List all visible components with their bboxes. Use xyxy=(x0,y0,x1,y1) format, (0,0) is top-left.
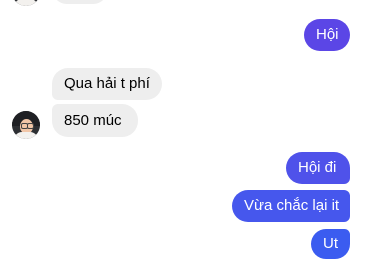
message-bubble-incoming[interactable] xyxy=(52,0,108,4)
message-bubble-outgoing[interactable]: Hội xyxy=(304,19,350,51)
message-bubble-outgoing[interactable]: Vừa chắc lại it xyxy=(232,190,350,222)
contact-avatar[interactable] xyxy=(12,111,40,139)
glasses-icon xyxy=(27,123,34,129)
contact-avatar[interactable] xyxy=(12,0,40,6)
message-text: Hội xyxy=(316,26,339,43)
message-thread: Hội Qua hải t phí 850 múc Hội đi Vừa chắ… xyxy=(0,0,374,259)
message-bubble-outgoing[interactable]: Hội đi xyxy=(286,152,350,184)
message-text: Hội đi xyxy=(298,159,337,176)
message-text: 850 múc xyxy=(64,111,122,129)
message-text: Qua hải t phí xyxy=(64,75,150,92)
message-bubble-incoming[interactable]: Qua hải t phí xyxy=(52,68,162,100)
message-text: Vừa chắc lại it xyxy=(244,197,340,214)
message-bubble-outgoing[interactable]: Ut xyxy=(311,229,350,259)
message-text: Ut xyxy=(323,235,338,252)
message-bubble-incoming[interactable]: 850 múc xyxy=(52,104,138,137)
